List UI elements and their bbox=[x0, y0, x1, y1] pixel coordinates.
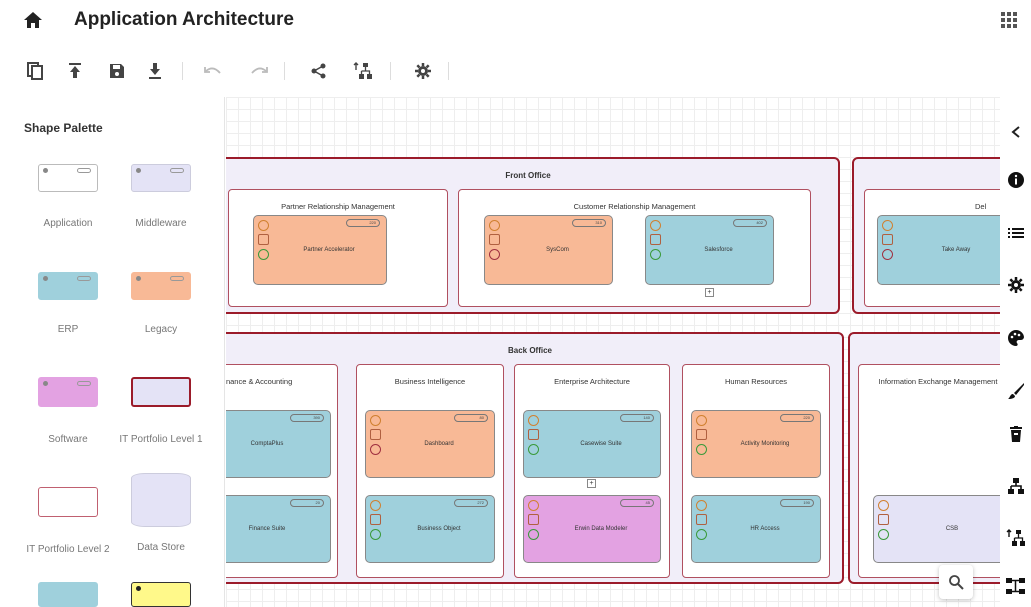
list-icon[interactable] bbox=[1005, 222, 1027, 244]
sub-business-intelligence[interactable]: Business Intelligence 80 Dashboard 272 B… bbox=[356, 364, 504, 578]
sub-title: Information Exchange Management bbox=[878, 377, 998, 386]
shape-middleware[interactable] bbox=[131, 164, 191, 192]
group-front-office[interactable]: Front Office Partner Relationship Manage… bbox=[226, 157, 840, 314]
info-icon[interactable] bbox=[1005, 169, 1027, 191]
sub-enterprise-architecture[interactable]: Enterprise Architecture 140 Casewise Sui… bbox=[514, 364, 670, 578]
save-icon[interactable] bbox=[106, 60, 128, 82]
group-info-exchange[interactable]: Information Exchange Management CSB bbox=[848, 332, 1000, 584]
sub-customer-relationship[interactable]: Customer Relationship Management 310 Sys… bbox=[458, 189, 811, 307]
apps-grid-icon[interactable] bbox=[1001, 12, 1017, 28]
expand-plus-icon[interactable]: + bbox=[705, 288, 714, 297]
shape-label: Legacy bbox=[144, 324, 178, 335]
expand-plus-icon[interactable]: + bbox=[587, 479, 596, 488]
shape-label: IT Portfolio Level 2 bbox=[26, 544, 110, 555]
shape-palette: Shape Palette Application Middleware ERP… bbox=[0, 97, 225, 607]
app-activity-monitoring[interactable]: 220 Activity Monitoring bbox=[691, 410, 821, 478]
hierarchy-import-icon[interactable] bbox=[352, 60, 374, 82]
shape-it-portfolio-level-1[interactable] bbox=[131, 377, 191, 407]
upload-icon[interactable] bbox=[64, 60, 86, 82]
sub-title: Business Intelligence bbox=[394, 377, 466, 386]
home-icon[interactable] bbox=[22, 10, 44, 30]
group-delivery[interactable]: Del Take Away bbox=[852, 157, 1000, 314]
sub-title: Customer Relationship Management bbox=[573, 202, 696, 211]
sub-finance-accounting[interactable]: Finance & Accounting 390 ComptaPlus 20 F… bbox=[226, 364, 338, 578]
shape-label: Data Store bbox=[137, 542, 185, 553]
sub-title: Del bbox=[975, 202, 987, 211]
shape-note[interactable] bbox=[131, 582, 191, 607]
app-hr-access[interactable]: 190 HR Access bbox=[691, 495, 821, 563]
group-back-office[interactable]: Back Office Finance & Accounting 390 Com… bbox=[226, 332, 844, 584]
sub-title: Partner Relationship Management bbox=[281, 202, 395, 211]
app-casewise-suite[interactable]: 140 Casewise Suite bbox=[523, 410, 661, 478]
settings-icon[interactable] bbox=[412, 60, 434, 82]
sub-human-resources[interactable]: Human Resources 220 Activity Monitoring … bbox=[682, 364, 830, 578]
shape-application[interactable] bbox=[38, 164, 98, 192]
org-chart-icon[interactable] bbox=[1005, 575, 1027, 597]
shape-erp[interactable] bbox=[38, 272, 98, 300]
collapse-chevron-icon[interactable] bbox=[1005, 121, 1027, 143]
undo-icon[interactable] bbox=[202, 60, 224, 82]
copy-icon[interactable] bbox=[24, 60, 46, 82]
shape-label: IT Portfolio Level 1 bbox=[119, 434, 203, 445]
app-dashboard[interactable]: 80 Dashboard bbox=[365, 410, 495, 478]
sub-delivery[interactable]: Del Take Away bbox=[864, 189, 1000, 307]
hierarchy-import-icon[interactable] bbox=[1005, 527, 1027, 549]
shape-software[interactable] bbox=[38, 377, 98, 407]
palette-icon[interactable] bbox=[1005, 327, 1027, 349]
app-erwin-data-modeler[interactable]: 45 Erwin Data Modeler bbox=[523, 495, 661, 563]
right-rail bbox=[1000, 97, 1031, 607]
shape-data-store[interactable] bbox=[131, 473, 191, 527]
app-finance-suite[interactable]: 20 Finance Suite bbox=[226, 495, 331, 563]
shape-item[interactable] bbox=[38, 582, 98, 607]
brush-icon[interactable] bbox=[1005, 380, 1027, 402]
shape-legacy[interactable] bbox=[131, 272, 191, 300]
palette-title: Shape Palette bbox=[24, 121, 103, 135]
search-icon bbox=[949, 575, 964, 590]
share-icon[interactable] bbox=[308, 60, 330, 82]
sub-title: Finance & Accounting bbox=[226, 377, 293, 386]
shape-label: Software bbox=[48, 434, 88, 445]
app-header: Application Architecture bbox=[0, 0, 1031, 42]
shape-label: Middleware bbox=[135, 218, 187, 229]
group-title: Front Office bbox=[505, 171, 551, 180]
diagram-canvas[interactable]: Front Office Partner Relationship Manage… bbox=[226, 97, 1000, 607]
sub-title: Human Resources bbox=[724, 377, 788, 386]
app-partner-accelerator[interactable]: 220 Partner Accelerator bbox=[253, 215, 387, 285]
sub-information-exchange[interactable]: Information Exchange Management CSB bbox=[858, 364, 1000, 578]
app-csb[interactable]: CSB bbox=[873, 495, 1000, 563]
trash-icon[interactable] bbox=[1005, 423, 1027, 445]
redo-icon[interactable] bbox=[248, 60, 270, 82]
app-take-away[interactable]: Take Away bbox=[877, 215, 1000, 285]
toolbar bbox=[0, 54, 1031, 90]
app-syscom[interactable]: 310 SysCom bbox=[484, 215, 613, 285]
sub-partner-relationship[interactable]: Partner Relationship Management 220 Part… bbox=[228, 189, 448, 307]
group-title: Back Office bbox=[507, 346, 553, 355]
sub-title: Enterprise Architecture bbox=[554, 377, 630, 386]
settings-icon[interactable] bbox=[1005, 274, 1027, 296]
app-salesforce[interactable]: 402 Salesforce bbox=[645, 215, 774, 285]
shape-label: Application bbox=[43, 218, 93, 229]
download-icon[interactable] bbox=[144, 60, 166, 82]
app-business-object[interactable]: 272 Business Object bbox=[365, 495, 495, 563]
page-title: Application Architecture bbox=[74, 9, 294, 30]
search-button[interactable] bbox=[939, 565, 973, 599]
shape-label: ERP bbox=[57, 324, 79, 335]
hierarchy-icon[interactable] bbox=[1005, 475, 1027, 497]
app-comptaplus[interactable]: 390 ComptaPlus bbox=[226, 410, 331, 478]
shape-it-portfolio-level-2[interactable] bbox=[38, 487, 98, 517]
